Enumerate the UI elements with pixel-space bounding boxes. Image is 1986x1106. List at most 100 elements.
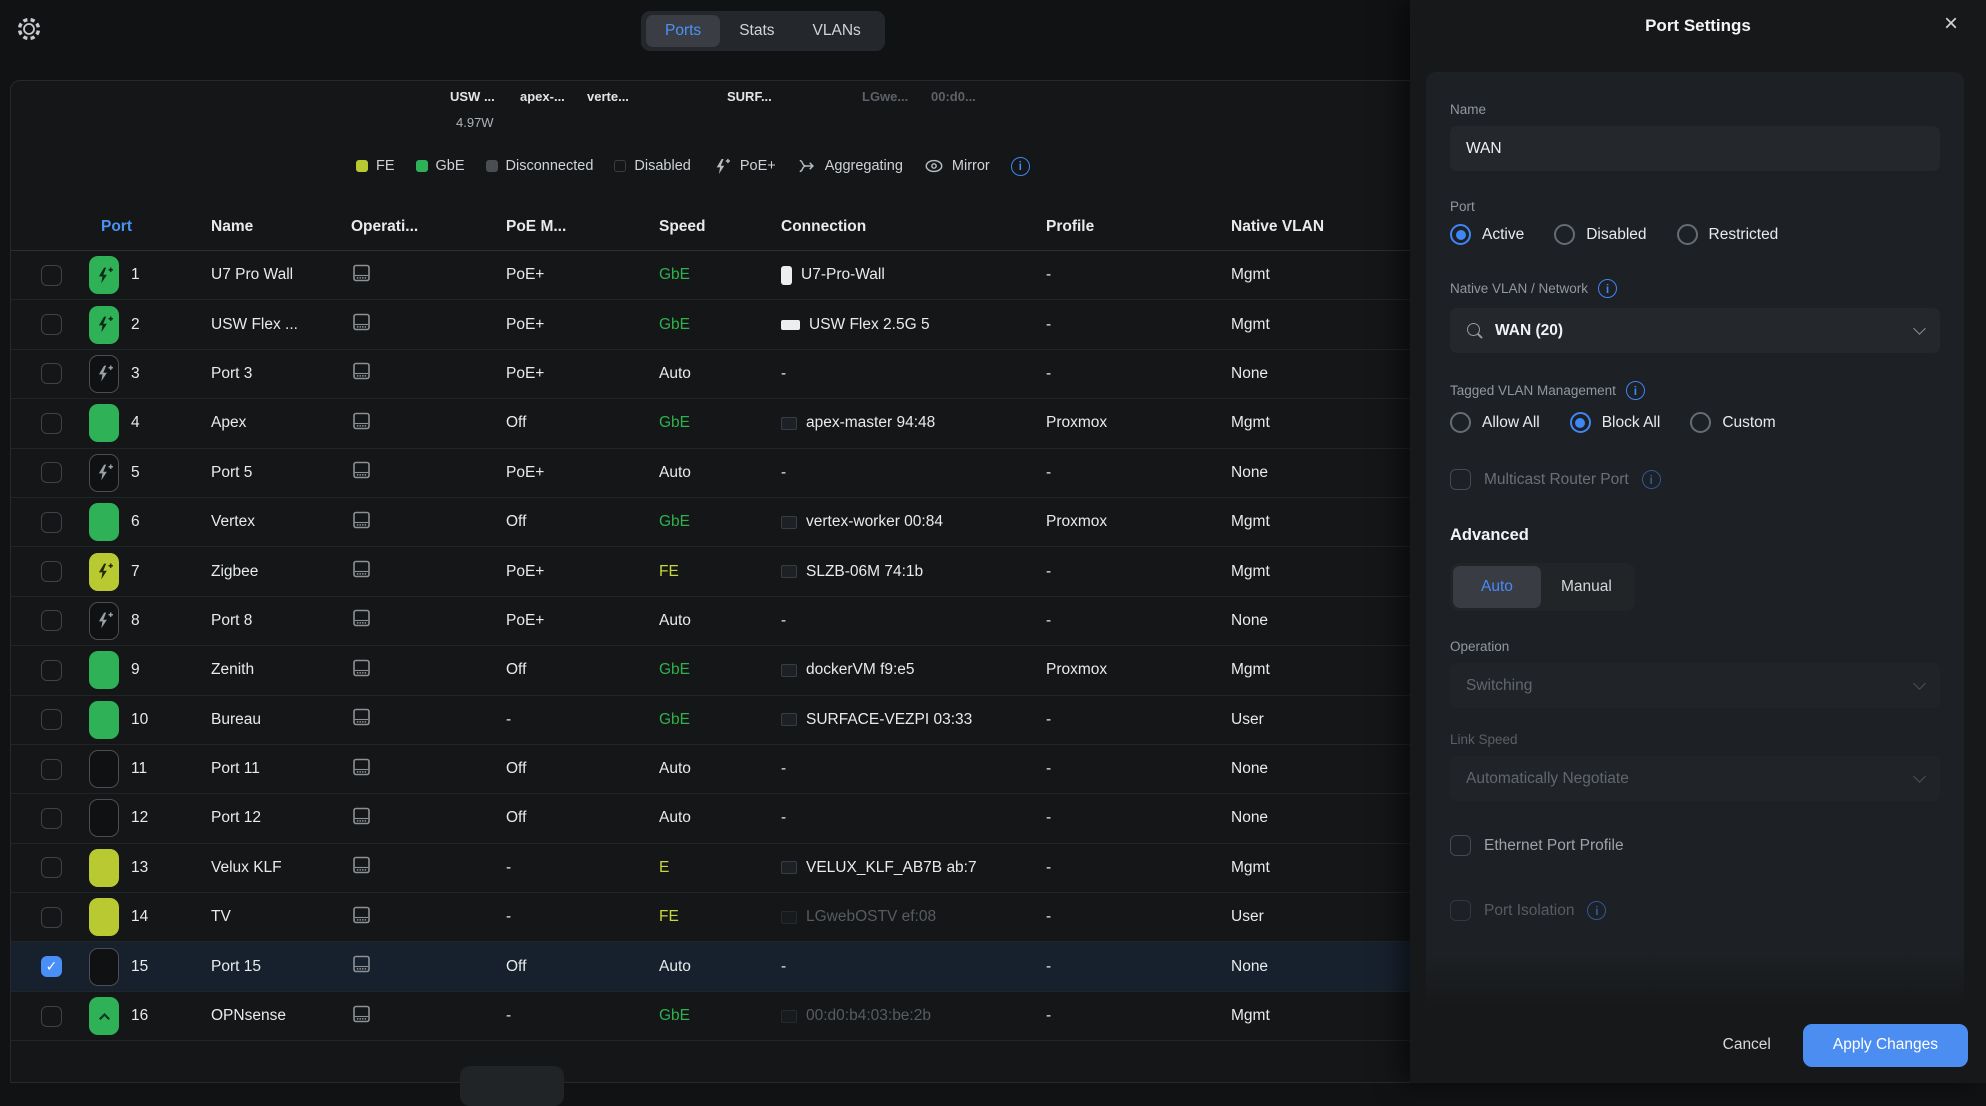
header-poe-mode[interactable]: PoE M... xyxy=(506,218,659,236)
row-checkbox[interactable] xyxy=(41,314,62,335)
row-checkbox[interactable] xyxy=(41,462,62,483)
pagination-button-partial[interactable] xyxy=(460,1066,564,1106)
port-name: Port 15 xyxy=(211,958,351,976)
radio-active[interactable]: Active xyxy=(1450,224,1524,245)
radio-icon xyxy=(1450,412,1471,433)
connected-device-icon xyxy=(781,565,797,578)
row-checkbox[interactable] xyxy=(41,709,62,730)
link-speed: Auto xyxy=(659,464,781,482)
radio-icon xyxy=(1570,412,1591,433)
apply-changes-button[interactable]: Apply Changes xyxy=(1803,1024,1968,1067)
info-icon[interactable]: i xyxy=(1626,381,1645,400)
operation-select[interactable]: Switching xyxy=(1450,663,1940,708)
row-checkbox[interactable] xyxy=(41,265,62,286)
tab-ports[interactable]: Ports xyxy=(646,15,720,47)
port-name: Apex xyxy=(211,414,351,432)
radio-disabled[interactable]: Disabled xyxy=(1554,224,1646,245)
poe-mode: Off xyxy=(506,958,659,976)
connected-device-icon xyxy=(781,861,797,874)
header-operational[interactable]: Operati... xyxy=(351,218,506,236)
link-speed: GbE xyxy=(659,513,781,531)
port-name: Zigbee xyxy=(211,563,351,581)
poe-mode: Off xyxy=(506,809,659,827)
advanced-mode-toggle: Auto Manual xyxy=(1450,563,1635,611)
row-checkbox[interactable] xyxy=(41,857,62,878)
tab-vlans[interactable]: VLANs xyxy=(794,15,880,47)
ethernet-profile-checkbox[interactable] xyxy=(1450,835,1471,856)
port-status-badge xyxy=(89,651,119,689)
radio-restricted[interactable]: Restricted xyxy=(1677,224,1779,245)
legend-swatch xyxy=(356,160,368,172)
port-status-badge xyxy=(89,849,119,887)
link-speed: Auto xyxy=(659,958,781,976)
name-label: Name xyxy=(1450,102,1940,117)
row-checkbox[interactable] xyxy=(41,610,62,631)
info-icon[interactable]: i xyxy=(1587,901,1606,920)
chevron-down-icon xyxy=(1913,322,1926,335)
legend-info-icon[interactable]: i xyxy=(1011,157,1030,176)
port-isolation-checkbox[interactable] xyxy=(1450,900,1471,921)
port-status-badge xyxy=(89,948,119,986)
info-icon[interactable]: i xyxy=(1598,279,1617,298)
row-checkbox[interactable] xyxy=(41,512,62,533)
row-checkbox[interactable] xyxy=(41,759,62,780)
header-name[interactable]: Name xyxy=(211,218,351,236)
port-number: 2 xyxy=(131,316,140,334)
connected-device-icon xyxy=(781,911,797,924)
row-checkbox[interactable] xyxy=(41,907,62,928)
close-icon[interactable]: × xyxy=(1944,8,1958,39)
port-number: 10 xyxy=(131,711,148,729)
row-checkbox[interactable]: ✓ xyxy=(41,956,62,977)
row-checkbox[interactable] xyxy=(41,660,62,681)
connection: SURFACE-VEZPI 03:33 xyxy=(806,711,972,729)
link-speed: GbE xyxy=(659,414,781,432)
operational-device-icon xyxy=(351,906,506,929)
mode-manual[interactable]: Manual xyxy=(1541,566,1632,608)
poe-mode: PoE+ xyxy=(506,612,659,630)
info-icon[interactable]: i xyxy=(1642,470,1661,489)
radio-icon xyxy=(1677,224,1698,245)
radio-allow-all[interactable]: Allow All xyxy=(1450,412,1540,433)
port-number: 11 xyxy=(131,760,147,778)
port-name: Port 11 xyxy=(211,760,351,778)
profile: Proxmox xyxy=(1046,661,1231,679)
connection: SLZB-06M 74:1b xyxy=(806,563,923,581)
legend-mirror: Mirror xyxy=(924,156,990,176)
connected-device-icon xyxy=(781,664,797,677)
connection: - xyxy=(781,365,786,383)
tab-stats[interactable]: Stats xyxy=(720,15,793,47)
radio-block-all[interactable]: Block All xyxy=(1570,412,1661,433)
name-input[interactable]: WAN xyxy=(1450,126,1940,171)
link-speed-label: Link Speed xyxy=(1450,732,1940,747)
chevron-down-icon xyxy=(1913,770,1926,783)
profile: - xyxy=(1046,859,1231,877)
row-checkbox[interactable] xyxy=(41,808,62,829)
operational-device-icon xyxy=(351,461,506,484)
header-port[interactable]: Port xyxy=(89,218,211,236)
poe-power-draw: 4.97W xyxy=(456,115,494,130)
header-profile[interactable]: Profile xyxy=(1046,218,1231,236)
row-checkbox[interactable] xyxy=(41,561,62,582)
advanced-heading: Advanced xyxy=(1450,526,1940,545)
header-speed[interactable]: Speed xyxy=(659,218,781,236)
connected-device-icon xyxy=(781,516,797,529)
link-speed-select[interactable]: Automatically Negotiate xyxy=(1450,756,1940,801)
panel-footer: Cancel Apply Changes xyxy=(1410,1007,1986,1083)
link-speed: E xyxy=(659,859,781,877)
row-checkbox[interactable] xyxy=(41,363,62,384)
link-speed: Auto xyxy=(659,365,781,383)
link-speed: GbE xyxy=(659,1007,781,1025)
multicast-checkbox[interactable] xyxy=(1450,469,1471,490)
port-name: Port 3 xyxy=(211,365,351,383)
settings-gear-icon[interactable] xyxy=(14,14,44,44)
mode-auto[interactable]: Auto xyxy=(1453,566,1541,608)
row-checkbox[interactable] xyxy=(41,1006,62,1027)
radio-custom[interactable]: Custom xyxy=(1690,412,1775,433)
link-speed: Auto xyxy=(659,809,781,827)
cancel-button[interactable]: Cancel xyxy=(1723,1036,1771,1054)
row-checkbox[interactable] xyxy=(41,413,62,434)
header-connection[interactable]: Connection xyxy=(781,218,1046,236)
profile: - xyxy=(1046,563,1231,581)
native-vlan-select[interactable]: WAN (20) xyxy=(1450,308,1940,353)
chevron-down-icon xyxy=(1913,677,1926,690)
